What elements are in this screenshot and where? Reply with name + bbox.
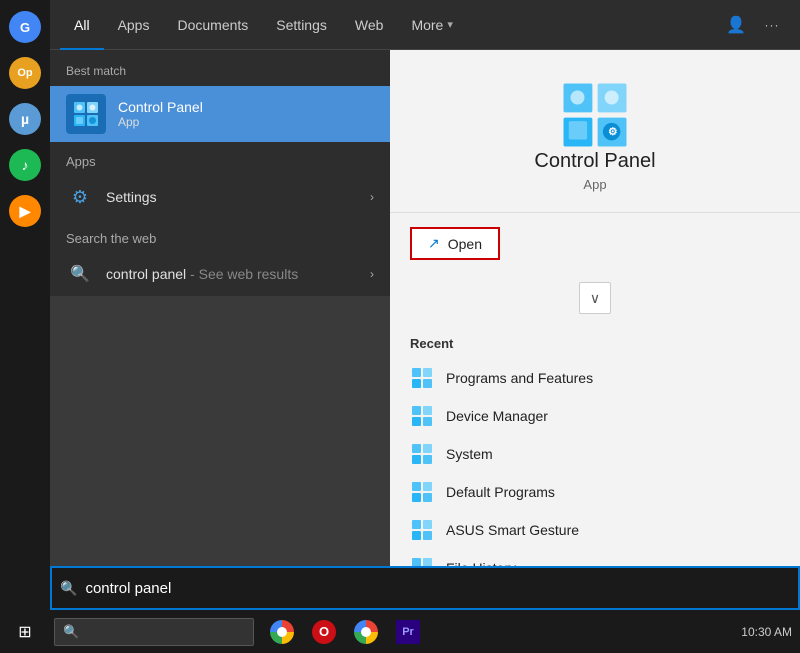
recent-item-icon-4 [410,518,434,542]
recent-item-label-1: Device Manager [446,408,548,424]
open-button[interactable]: ↗ Open [410,227,500,260]
app-detail-type: App [583,177,606,192]
taskbar-chrome-icon[interactable] [262,610,302,653]
recent-item-0[interactable]: Programs and Features [390,359,800,397]
search-circle-icon: 🔍 [66,260,94,288]
right-panel: ⚙ Control Panel App ↗ Open ∨ [390,50,800,610]
recent-item-icon-0 [410,366,434,390]
web-search-arrow-icon: › [370,267,374,281]
taskbar-chrome2-icon[interactable] [346,610,386,653]
control-panel-svg [72,100,100,128]
recent-item-label-4: ASUS Smart Gesture [446,522,579,538]
desktop-sidebar: G Op µ ♪ ▶ [0,0,50,610]
settings-label: Settings [106,189,358,205]
person-icon: 👤 [726,15,746,35]
recent-item-label-3: Default Programs [446,484,555,500]
recent-item-4[interactable]: ASUS Smart Gesture [390,511,800,549]
tab-all[interactable]: All [60,0,104,50]
recent-item-2[interactable]: System [390,435,800,473]
tab-more[interactable]: More ▾ [397,0,466,50]
recent-item-label-2: System [446,446,493,462]
sidebar-app-open[interactable]: Op [3,51,47,95]
taskbar-premiere-icon[interactable]: Pr [388,610,428,653]
sidebar-app-chrome[interactable]: G [3,5,47,49]
web-search-item[interactable]: 🔍 control panel - See web results › [50,252,390,296]
settings-menu-item[interactable]: ⚙ Settings › [50,175,390,219]
settings-arrow-icon: › [370,190,374,204]
start-button[interactable]: ⊞ [0,610,50,653]
settings-gear-icon: ⚙ [66,183,94,211]
tab-web[interactable]: Web [341,0,398,50]
taskbar-right: 10:30 AM [741,625,800,639]
taskbar-search-icon: 🔍 [63,624,79,640]
taskbar-opera-icon[interactable]: O [304,610,344,653]
person-icon-btn[interactable]: 👤 [718,7,754,43]
search-bar-container: 🔍 [50,566,800,610]
tab-settings[interactable]: Settings [262,0,341,50]
recent-item-icon-1 [410,404,434,428]
collapse-row: ∨ [390,274,800,322]
search-input[interactable] [85,580,790,597]
start-menu-content: Best match [50,50,800,610]
web-search-query: control panel - See web results [106,266,358,282]
windows-icon: ⊞ [18,622,31,642]
tab-apps[interactable]: Apps [104,0,164,50]
best-match-item[interactable]: Control Panel App [50,86,390,142]
best-match-text: Control Panel App [118,99,203,129]
best-match-title: Control Panel [118,99,203,115]
bottom-taskbar: ⊞ 🔍 O Pr 10:30 AM [0,610,800,653]
open-button-section: ↗ Open [390,213,800,274]
recent-item-1[interactable]: Device Manager [390,397,800,435]
more-chevron-icon: ▾ [447,18,453,31]
collapse-button[interactable]: ∨ [579,282,611,314]
recent-item-label-0: Programs and Features [446,370,593,386]
svg-text:⚙: ⚙ [608,126,618,138]
recent-item-icon-2 [410,442,434,466]
taskbar-search[interactable]: 🔍 [54,618,254,646]
ellipsis-icon: ··· [765,18,780,32]
sidebar-app-spotify[interactable]: ♪ [3,143,47,187]
more-options-btn[interactable]: ··· [754,7,790,43]
sidebar-app-vlc[interactable]: ▶ [3,189,47,233]
taskbar-time: 10:30 AM [741,625,792,639]
recent-label: Recent [390,332,800,359]
app-detail-name: Control Panel [534,150,655,173]
apps-section-label: Apps [50,142,390,175]
left-panel: Best match [50,50,390,610]
best-match-label: Best match [50,50,390,86]
start-menu-tabs: All Apps Documents Settings Web More ▾ 👤 [50,0,800,50]
left-panel-filler [50,296,390,610]
control-panel-icon [66,94,106,134]
recent-item-icon-3 [410,480,434,504]
best-match-subtitle: App [118,115,203,129]
open-icon: ↗ [428,235,440,252]
desktop: G Op µ ♪ ▶ All Apps Documents [0,0,800,653]
app-detail-header: ⚙ Control Panel App [390,50,800,213]
chevron-down-icon: ∨ [590,290,600,307]
tab-documents[interactable]: Documents [163,0,262,50]
sidebar-app-utorrent[interactable]: µ [3,97,47,141]
app-detail-icon: ⚙ [560,80,630,150]
search-icon: 🔍 [60,580,77,597]
taskbar-app-icons: O Pr [262,610,428,653]
recent-item-3[interactable]: Default Programs [390,473,800,511]
start-menu: All Apps Documents Settings Web More ▾ 👤 [50,0,800,610]
web-section-label: Search the web [50,219,390,252]
